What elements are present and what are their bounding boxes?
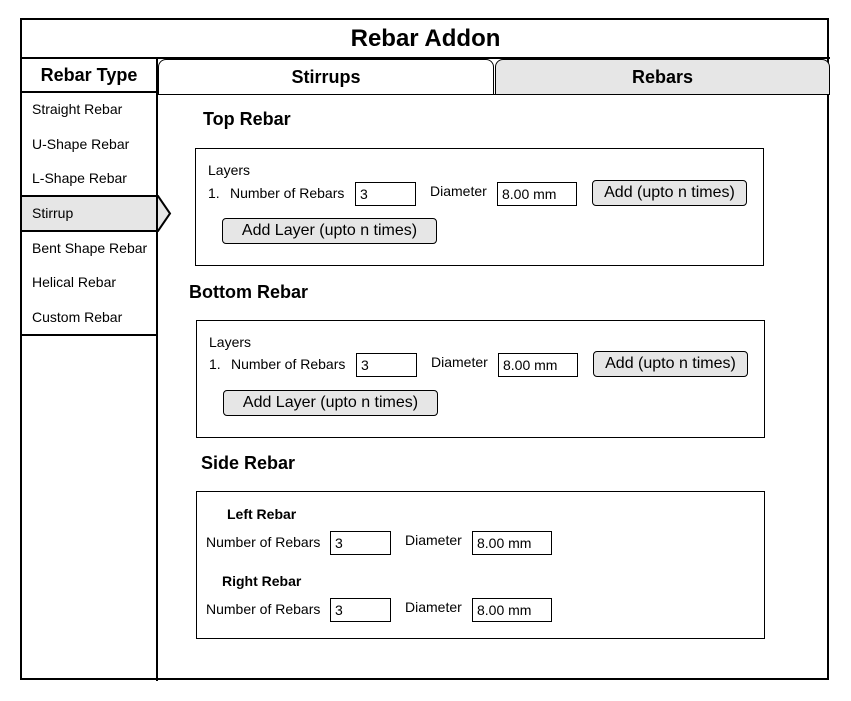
bottom-rebar-title: Bottom Rebar [189,282,309,302]
sidebar-item-u-shape-rebar[interactable]: U-Shape Rebar [32,129,154,159]
sidebar-item-bent-shape-rebar[interactable]: Bent Shape Rebar [32,233,154,263]
sidebar-item-helical-rebar[interactable]: Helical Rebar [32,267,154,297]
sidebar-item-l-shape-rebar[interactable]: L-Shape Rebar [32,163,154,193]
bottom-rebar-panel [196,320,765,438]
sidebar-border [156,57,158,681]
sidebar-item-straight-rebar[interactable]: Straight Rebar [32,94,154,124]
top-rebar-panel [195,148,764,266]
top-number-input[interactable]: 3 [355,182,416,206]
bottom-layers-label: Layers [209,334,252,350]
tab-rebars[interactable]: Rebars [495,59,830,94]
right-number-label: Number of Rebars [206,601,321,617]
bottom-layer-index: 1. [209,356,221,372]
tab-underline-active [158,94,495,95]
right-diameter-input[interactable]: 8.00 mm [472,598,552,622]
sidebar-item-stirrup[interactable]: Stirrup [32,198,154,228]
tab-stirrups[interactable]: Stirrups [158,59,494,94]
top-add-layer-button[interactable]: Add Layer (upto n times) [222,218,437,244]
tab-underline [495,94,830,95]
top-rebar-title: Top Rebar [203,109,291,129]
bottom-diameter-input[interactable]: 8.00 mm [498,353,578,377]
side-rebar-title: Side Rebar [201,453,296,473]
top-number-label: Number of Rebars [230,185,345,201]
bottom-number-input[interactable]: 3 [356,353,417,377]
left-diameter-label: Diameter [405,532,462,548]
right-number-input[interactable]: 3 [330,598,391,622]
right-diameter-label: Diameter [405,599,462,615]
sidebar-list-end [20,334,158,336]
sidebar-item-custom-rebar[interactable]: Custom Rebar [32,302,154,332]
top-diameter-label: Diameter [430,183,487,199]
bottom-number-label: Number of Rebars [231,356,346,372]
bottom-add-layer-button[interactable]: Add Layer (upto n times) [223,390,438,416]
app-title: Rebar Addon [350,24,501,52]
left-rebar-title: Left Rebar [227,506,297,522]
left-number-input[interactable]: 3 [330,531,391,555]
bottom-diameter-label: Diameter [431,354,488,370]
top-layer-index: 1. [208,185,220,201]
left-number-label: Number of Rebars [206,534,321,550]
sidebar-header: Rebar Type [40,64,138,85]
sidebar-header-divider [20,91,158,93]
left-diameter-input[interactable]: 8.00 mm [472,531,552,555]
top-diameter-input[interactable]: 8.00 mm [497,182,577,206]
top-add-button[interactable]: Add (upto n times) [592,180,747,206]
top-layers-label: Layers [208,162,251,178]
bottom-add-button[interactable]: Add (upto n times) [593,351,748,377]
right-rebar-title: Right Rebar [222,573,302,589]
